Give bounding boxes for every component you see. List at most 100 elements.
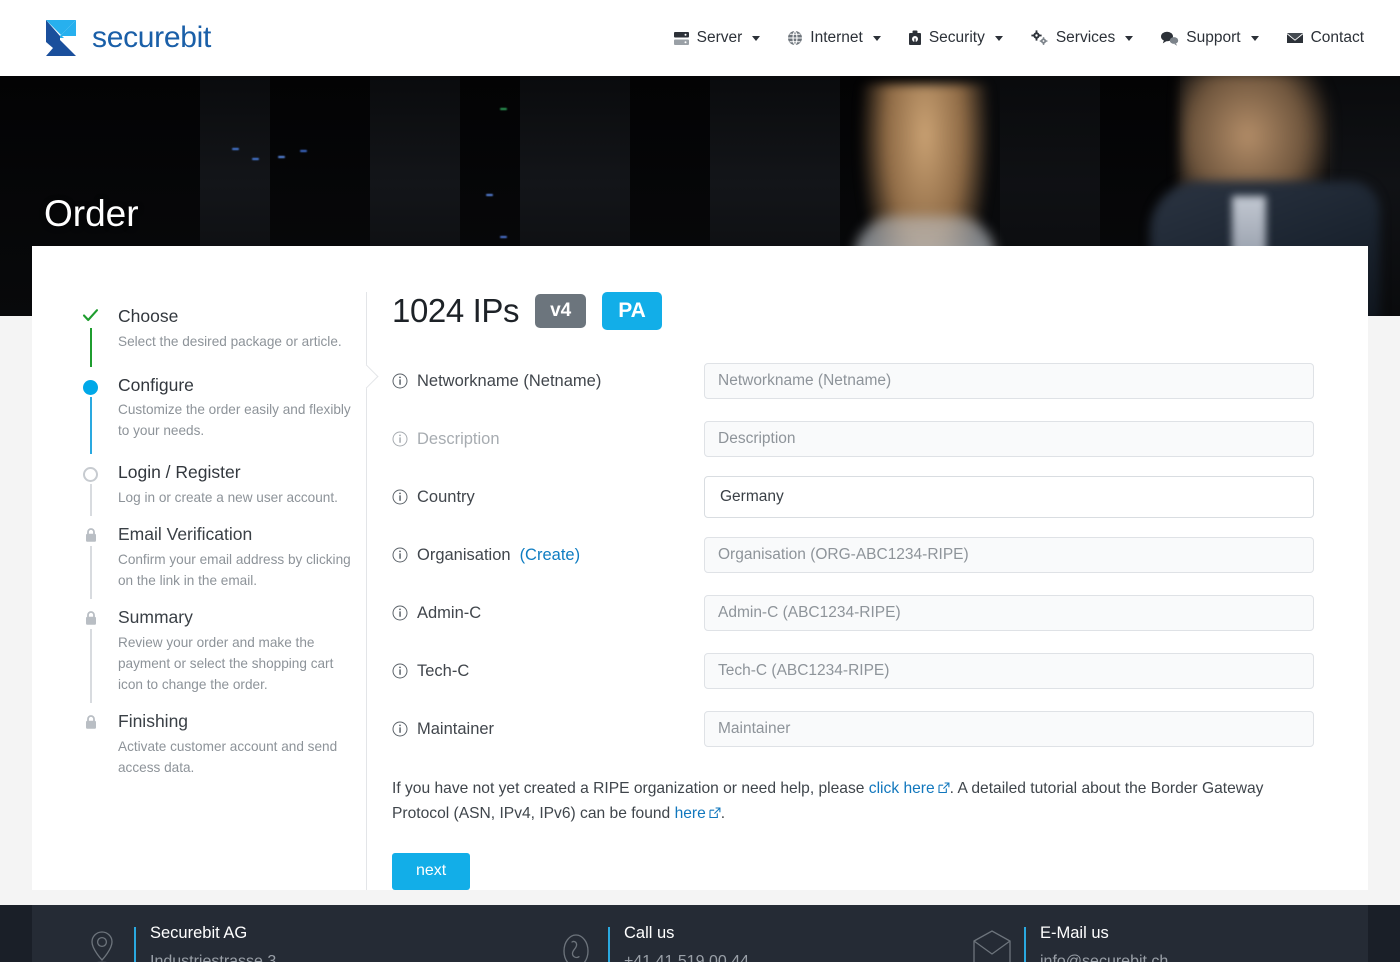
nav-item-contact[interactable]: Contact <box>1286 29 1364 47</box>
input-description[interactable]: Description <box>704 421 1314 457</box>
filled-dot-icon <box>81 377 100 395</box>
label-country: Country <box>392 488 704 507</box>
form-row-maintainer: Maintainer Maintainer <box>392 704 1314 754</box>
step-finishing: Finishing Activate customer account and … <box>81 711 366 778</box>
nav-item-support[interactable]: Support <box>1160 29 1259 47</box>
footer-text[interactable]: +41 41 519 00 44 <box>624 952 749 962</box>
order-header: 1024 IPs v4 PA <box>392 292 1314 330</box>
nav-item-services[interactable]: Services <box>1030 29 1134 47</box>
gears-icon <box>1030 30 1049 46</box>
nav-label-security: Security <box>928 29 985 46</box>
safe-icon <box>908 30 922 46</box>
check-icon <box>81 308 100 323</box>
label-text: Description <box>417 429 500 448</box>
info-icon[interactable] <box>392 431 408 447</box>
create-organisation-link[interactable]: (Create) <box>520 546 581 565</box>
lock-icon <box>81 713 100 730</box>
step-choose[interactable]: Choose Select the desired package or art… <box>81 306 366 367</box>
label-text: Networkname (Netname) <box>417 371 602 390</box>
step-title: Configure <box>118 374 194 395</box>
footer-divider <box>1024 926 1026 962</box>
step-connector <box>90 546 92 600</box>
footer-column-address: Securebit AG Industriestrasse 3 <box>32 923 522 962</box>
nav-label-internet: Internet <box>810 29 863 46</box>
label-text: Maintainer <box>417 719 495 738</box>
order-card: Choose Select the desired package or art… <box>32 246 1368 890</box>
nav-item-security[interactable]: Security <box>908 29 1003 47</box>
step-description: Activate customer account and send acces… <box>118 739 338 775</box>
nav-label-services: Services <box>1055 29 1116 46</box>
form-row-admin-c: Admin-C Admin-C (ABC1234-RIPE) <box>392 588 1314 638</box>
select-country[interactable]: Germany <box>704 476 1314 518</box>
footer-text[interactable]: info@securebit.ch <box>1040 952 1168 962</box>
label-description: Description <box>392 430 704 449</box>
info-icon[interactable] <box>392 605 408 621</box>
footer-text: Industriestrasse 3 <box>150 952 277 962</box>
form-row-tech-c: Tech-C Tech-C (ABC1234-RIPE) <box>392 646 1314 696</box>
nav-item-server[interactable]: Server <box>673 29 761 47</box>
site-footer: Securebit AG Industriestrasse 3 Call us … <box>32 904 1368 962</box>
info-icon[interactable] <box>392 547 408 563</box>
brand-name: securebit <box>92 21 212 54</box>
ripe-help-link[interactable]: click here <box>869 780 935 797</box>
label-networkname: Networkname (Netname) <box>392 372 704 391</box>
chevron-down-icon <box>872 35 881 41</box>
chevron-down-icon <box>1250 35 1259 41</box>
input-networkname[interactable]: Networkname (Netname) <box>704 363 1314 399</box>
nav-item-internet[interactable]: Internet <box>787 29 881 47</box>
bgp-tutorial-link[interactable]: here <box>675 805 706 822</box>
nav-label-server: Server <box>696 29 743 46</box>
step-email-verification: Email Verification Confirm your email ad… <box>81 524 366 600</box>
chevron-down-icon <box>1125 35 1134 41</box>
step-description: Confirm your email address by clicking o… <box>118 552 351 588</box>
footer-divider <box>608 926 610 962</box>
location-pin-icon <box>70 923 134 962</box>
footer-title: Call us <box>624 923 675 942</box>
phone-icon <box>544 923 608 962</box>
form-row-description: Description Description <box>392 414 1314 464</box>
securebit-logo <box>46 20 76 56</box>
external-link-icon <box>709 807 721 819</box>
chevron-down-icon <box>994 35 1003 41</box>
step-description: Customize the order easily and flexibly … <box>118 402 351 439</box>
info-icon[interactable] <box>392 489 408 505</box>
footer-outer: Securebit AG Industriestrasse 3 Call us … <box>0 904 1400 962</box>
step-connector <box>90 629 92 704</box>
footer-column-email: E-Mail us info@securebit.ch <box>952 923 1352 962</box>
input-organisation[interactable]: Organisation (ORG-ABC1234-RIPE) <box>704 537 1314 573</box>
input-admin-c[interactable]: Admin-C (ABC1234-RIPE) <box>704 595 1314 631</box>
step-title: Login / Register <box>118 461 241 482</box>
label-text: Country <box>417 487 475 506</box>
nav-label-support: Support <box>1186 29 1241 46</box>
next-button[interactable]: next <box>392 852 471 890</box>
brand-logo[interactable]: securebit <box>36 16 211 60</box>
help-part-3: . <box>720 805 726 823</box>
configure-panel: 1024 IPs v4 PA Networkname (Netname) Net… <box>354 292 1368 890</box>
badge-ip-version: v4 <box>535 294 587 328</box>
order-stepper: Choose Select the desired package or art… <box>32 292 366 890</box>
footer-title: Securebit AG <box>150 923 248 942</box>
info-icon[interactable] <box>392 721 408 737</box>
info-icon[interactable] <box>392 663 408 679</box>
input-maintainer[interactable]: Maintainer <box>704 711 1314 747</box>
order-title: 1024 IPs <box>392 292 520 329</box>
envelope-icon <box>960 923 1024 962</box>
info-icon[interactable] <box>392 373 408 389</box>
label-organisation: Organisation (Create) <box>392 546 704 565</box>
top-navbar: securebit Server Internet Security Servi… <box>0 0 1400 76</box>
form-row-networkname: Networkname (Netname) Networkname (Netna… <box>392 356 1314 406</box>
input-tech-c[interactable]: Tech-C (ABC1234-RIPE) <box>704 653 1314 689</box>
lock-icon <box>81 609 100 626</box>
hollow-circle-icon <box>81 464 100 482</box>
label-tech-c: Tech-C <box>392 662 704 681</box>
step-title: Finishing <box>118 711 189 732</box>
step-login-register[interactable]: Login / Register Log in or create a new … <box>81 461 366 517</box>
chat-icon <box>1160 30 1179 46</box>
step-configure[interactable]: Configure Customize the order easily and… <box>81 374 366 454</box>
form-row-country: Country Germany <box>392 472 1314 522</box>
footer-column-phone: Call us +41 41 519 00 44 <box>522 923 952 962</box>
label-admin-c: Admin-C <box>392 604 704 623</box>
chevron-down-icon <box>752 35 761 41</box>
step-title: Choose <box>118 306 179 326</box>
footer-divider <box>134 926 136 962</box>
